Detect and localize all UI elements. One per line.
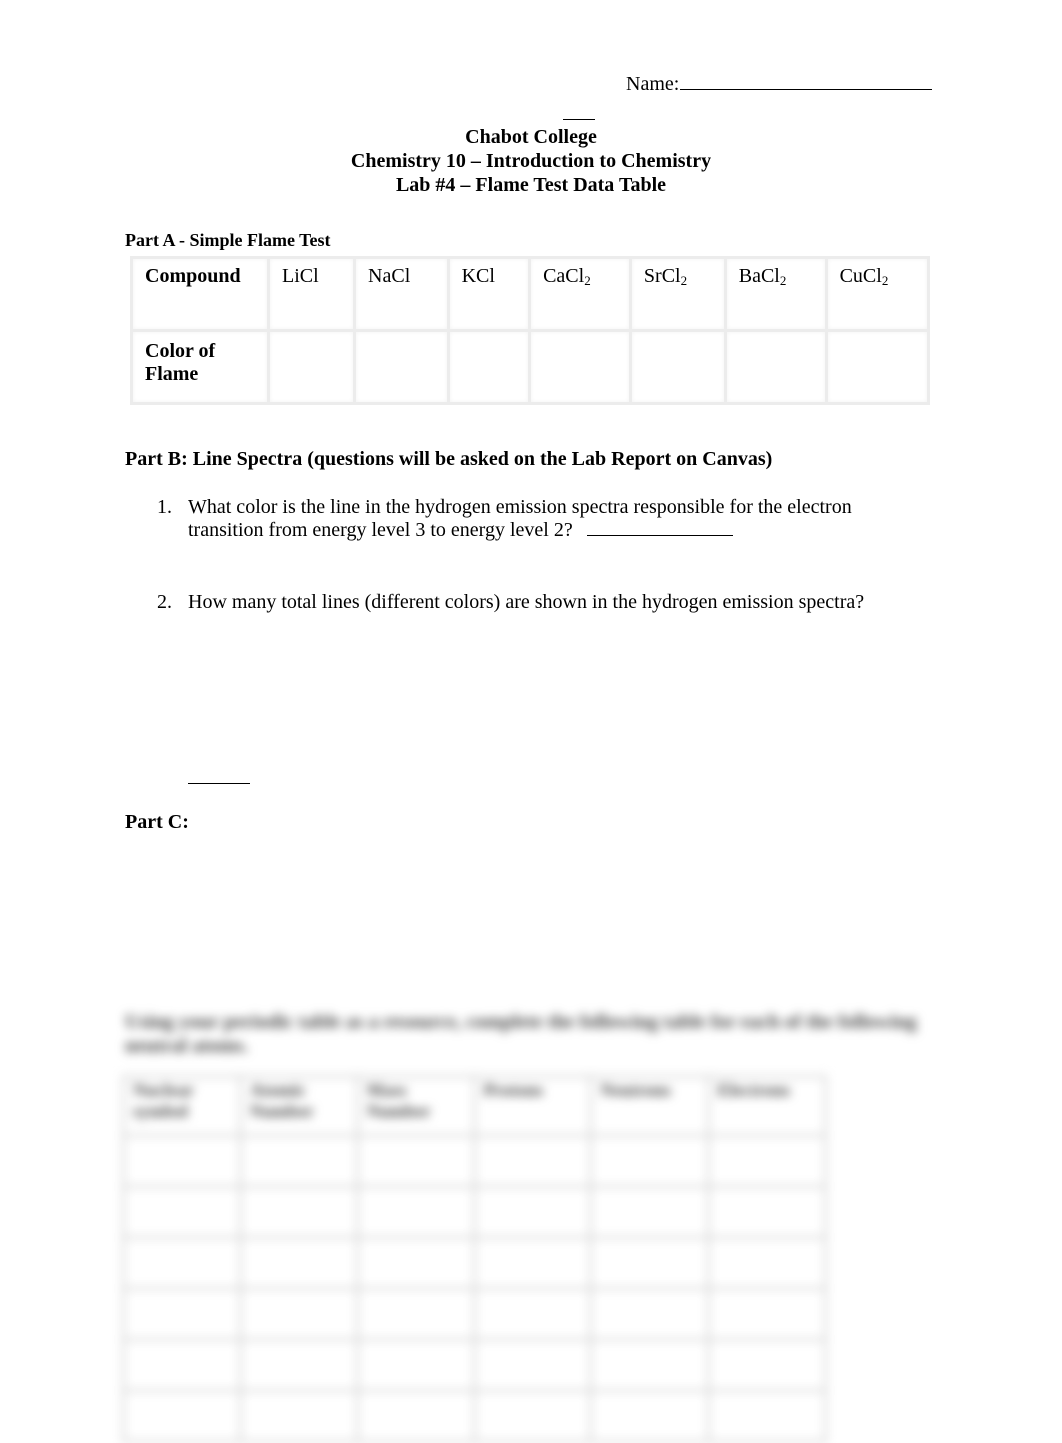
college-name: Chabot College bbox=[465, 126, 597, 148]
compound-cell: CuCl2 bbox=[824, 256, 931, 332]
flame-color-header: Color of Flame bbox=[130, 329, 270, 405]
compound-row: Compound LiCl NaCl KCl CaCl2 SrCl2 BaCl2… bbox=[130, 256, 931, 332]
compound-cell: BaCl2 bbox=[723, 256, 828, 332]
flame-color-row: Color of Flame bbox=[130, 329, 931, 405]
blurred-header-cell: Protons bbox=[472, 1075, 593, 1137]
question-2-text: How many total lines (different colors) … bbox=[188, 591, 865, 613]
flame-test-table: Compound LiCl NaCl KCl CaCl2 SrCl2 BaCl2… bbox=[130, 256, 931, 405]
flame-color-cell[interactable] bbox=[266, 329, 357, 405]
document-title: Chabot College Chemistry 10 – Introducti… bbox=[0, 125, 1062, 197]
compound-header: Compound bbox=[130, 256, 270, 332]
part-c-heading: Part C: bbox=[125, 811, 189, 833]
question-1-text: What color is the line in the hydrogen e… bbox=[188, 496, 852, 541]
blurred-instructions: Using your periodic table as a resource,… bbox=[125, 1011, 917, 1057]
compound-cell: NaCl bbox=[353, 256, 450, 332]
blurred-table-row bbox=[122, 1236, 828, 1290]
compound-cell: CaCl2 bbox=[528, 256, 632, 332]
flame-color-cell[interactable] bbox=[446, 329, 532, 405]
question-2-answer-blank[interactable] bbox=[188, 783, 250, 784]
compound-cell: LiCl bbox=[266, 256, 357, 332]
question-1: What color is the line in the hydrogen e… bbox=[188, 496, 908, 542]
blurred-header-cell: Neutrons bbox=[589, 1075, 710, 1137]
compound-cell: KCl bbox=[446, 256, 532, 332]
blurred-table-row bbox=[122, 1134, 828, 1188]
course-title: Chemistry 10 – Introduction to Chemistry bbox=[350, 150, 712, 172]
blurred-header-cell: Nuclear symbol bbox=[122, 1075, 242, 1137]
question-1-answer-blank[interactable] bbox=[586, 521, 733, 536]
lab-title: Lab #4 – Flame Test Data Table bbox=[395, 174, 667, 196]
divider-line bbox=[563, 119, 595, 120]
blurred-table-row bbox=[122, 1287, 828, 1341]
question-2-number: 2. bbox=[157, 591, 172, 613]
question-1-number: 1. bbox=[157, 496, 172, 518]
blurred-header-cell: Mass Number bbox=[355, 1075, 476, 1137]
blurred-header-cell: Electrons bbox=[706, 1075, 828, 1137]
blurred-atom-table: Nuclear symbol Atomic Number Mass Number… bbox=[122, 1075, 828, 1443]
flame-color-cell[interactable] bbox=[824, 329, 931, 405]
part-a-heading: Part A - Simple Flame Test bbox=[125, 230, 331, 250]
flame-color-cell[interactable] bbox=[723, 329, 828, 405]
blurred-table-row bbox=[122, 1185, 828, 1239]
blurred-table-row bbox=[122, 1389, 828, 1443]
blurred-table-row bbox=[122, 1338, 828, 1392]
flame-color-cell[interactable] bbox=[528, 329, 632, 405]
name-label: Name: bbox=[626, 73, 680, 95]
blurred-header-cell: Atomic Number bbox=[238, 1075, 359, 1137]
flame-color-cell[interactable] bbox=[353, 329, 450, 405]
compound-cell: SrCl2 bbox=[628, 256, 727, 332]
flame-color-cell[interactable] bbox=[628, 329, 727, 405]
part-b-heading: Part B: Line Spectra (questions will be … bbox=[125, 448, 773, 470]
blurred-table-header-row: Nuclear symbol Atomic Number Mass Number… bbox=[122, 1075, 828, 1137]
name-blank-line[interactable] bbox=[680, 73, 933, 90]
name-field[interactable]: Name: bbox=[626, 73, 933, 96]
